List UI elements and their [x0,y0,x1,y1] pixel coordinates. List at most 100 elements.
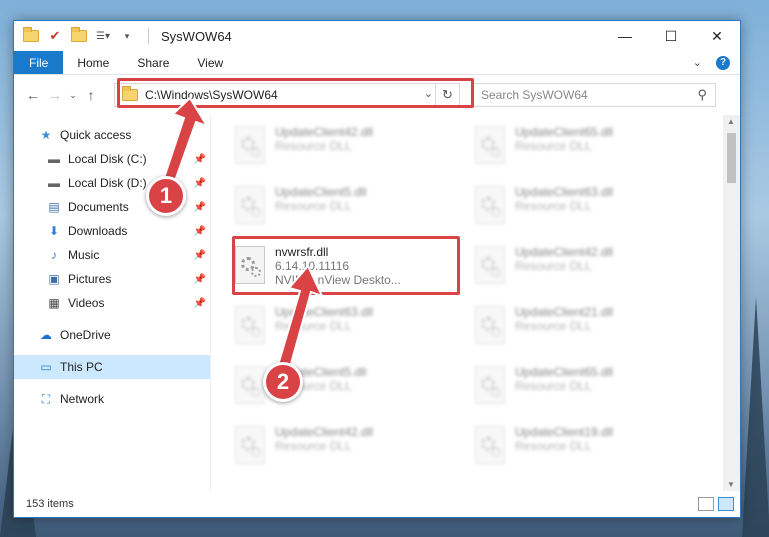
sidebar-item-quick-access[interactable]: ★ Quick access [14,123,210,147]
tab-view[interactable]: View [183,51,237,74]
dll-file-icon [475,186,505,224]
back-button[interactable]: ← [22,84,44,106]
drive-icon: ▬ [48,152,60,166]
file-name: UpdateClient65.dll [515,125,614,139]
file-item[interactable]: UpdateClient63.dll Resource DLL [465,177,685,233]
close-button[interactable]: ✕ [694,21,740,51]
pin-icon[interactable]: 📌 [194,154,206,165]
file-item[interactable]: UpdateClient21.dll Resource DLL [465,297,685,353]
file-name: UpdateClient19.dll [515,425,614,439]
sidebar-item-pictures[interactable]: ▣ Pictures 📌 [14,267,210,291]
file-type: Resource DLL [275,319,352,333]
sidebar-item-label: Local Disk (D:) [68,176,147,190]
sidebar-item-local-disk-c[interactable]: ▬ Local Disk (C:) 📌 [14,147,210,171]
sidebar-item-label: Pictures [68,272,112,286]
file-name: UpdateClient65.dll [515,365,614,379]
sidebar-item-label: Quick access [60,128,132,142]
new-folder-icon[interactable] [70,27,88,44]
dll-file-icon [475,426,505,464]
file-item[interactable]: UpdateClient63.dll Resource DLL [225,297,445,353]
drive-icon: ▬ [48,176,60,190]
background-tree [742,297,769,537]
recent-locations-icon[interactable]: ⌄ [66,84,80,106]
file-item[interactable]: UpdateClient19.dll Resource DLL [465,417,685,473]
status-bar: 153 items [14,491,740,517]
pin-icon[interactable]: 📌 [194,274,206,285]
dropdown-arrow-icon[interactable]: ▾ [118,28,136,44]
large-icons-view-icon[interactable] [718,497,734,511]
step-1-badge: 1 [146,176,186,216]
file-item[interactable]: UpdateClient5.dll Resource DLL [225,357,445,413]
documents-icon: ▤ [48,200,60,214]
videos-icon: ▦ [48,296,60,310]
dll-file-icon [475,366,505,404]
sidebar-item-this-pc[interactable]: ▭ This PC [14,355,210,379]
dll-file-icon [475,246,505,284]
file-type: Resource DLL [515,439,592,453]
file-list: UpdateClient42.dll Resource DLL UpdateCli… [210,115,740,491]
file-name: UpdateClient42.dll [275,125,374,139]
properties-icon[interactable]: ✔ [46,28,64,44]
sidebar-item-onedrive[interactable]: ☁ OneDrive [14,323,210,347]
step-2-badge: 2 [263,362,303,402]
computer-icon: ▭ [40,360,52,374]
title-separator [148,28,149,44]
ribbon-right: ⌄ ? [693,51,740,74]
file-item[interactable]: UpdateClient65.dll Resource DLL [465,357,685,413]
scrollbar-thumb[interactable] [727,133,736,183]
dll-file-icon [235,426,265,464]
sidebar-item-music[interactable]: ♪ Music 📌 [14,243,210,267]
pin-icon[interactable]: 📌 [194,298,206,309]
file-name: UpdateClient42.dll [275,425,374,439]
file-name: UpdateClient21.dll [515,305,614,319]
file-type: Resource DLL [515,379,592,393]
pin-icon[interactable]: 📌 [194,178,206,189]
file-item[interactable]: UpdateClient42.dll Resource DLL [225,117,445,173]
network-icon: ⛶ [41,391,51,406]
folder-icon [22,27,40,44]
help-icon[interactable]: ? [716,55,730,70]
forward-button[interactable]: → [44,84,66,106]
sidebar-item-network[interactable]: ⛶ Network [14,387,210,411]
file-item[interactable]: UpdateClient5.dll Resource DLL [225,177,445,233]
scroll-down-icon[interactable]: ▼ [727,480,735,489]
search-input[interactable]: Search SysWOW64 ⚲ [472,83,716,107]
tab-file[interactable]: File [14,51,64,74]
pin-icon[interactable]: 📌 [194,250,206,261]
sidebar-item-label: Local Disk (C:) [68,152,147,166]
file-name: UpdateClient5.dll [275,185,367,199]
file-type: Resource DLL [515,199,592,213]
pin-icon[interactable]: 📌 [194,202,206,213]
title-bar: ✔ ☰▾ ▾ SysWOW64 — ☐ ✕ [14,21,740,51]
onedrive-icon: ☁ [40,328,52,342]
tab-share[interactable]: Share [123,51,183,74]
pictures-icon: ▣ [48,272,60,286]
sidebar-item-downloads[interactable]: ⬇ Downloads 📌 [14,219,210,243]
file-type: Resource DLL [515,259,592,273]
file-item[interactable]: UpdateClient42.dll Resource DLL [465,237,685,293]
downloads-icon: ⬇ [48,224,60,238]
scroll-up-icon[interactable]: ▲ [727,117,735,126]
tab-home[interactable]: Home [63,51,123,74]
address-highlight-box [117,78,474,108]
file-item[interactable]: UpdateClient42.dll Resource DLL [225,417,445,473]
customize-quick-access-icon[interactable]: ☰▾ [94,28,112,44]
expand-ribbon-icon[interactable]: ⌄ [693,56,702,69]
sidebar-item-label: Music [68,248,100,262]
dll-file-icon [475,306,505,344]
file-type: Resource DLL [275,139,352,153]
sidebar-item-label: This PC [60,360,103,374]
maximize-button[interactable]: ☐ [648,21,694,51]
minimize-button[interactable]: — [602,21,648,51]
view-switcher [698,497,740,511]
file-type: Resource DLL [515,139,592,153]
sidebar-item-videos[interactable]: ▦ Videos 📌 [14,291,210,315]
up-button[interactable]: ↑ [80,84,102,106]
sidebar-item-label: Downloads [68,224,128,238]
vertical-scrollbar[interactable]: ▲ ▼ [723,115,740,491]
sidebar-item-label: Network [60,392,105,406]
file-type: Resource DLL [515,319,592,333]
pin-icon[interactable]: 📌 [194,226,206,237]
file-item[interactable]: UpdateClient65.dll Resource DLL [465,117,685,173]
details-view-icon[interactable] [698,497,714,511]
